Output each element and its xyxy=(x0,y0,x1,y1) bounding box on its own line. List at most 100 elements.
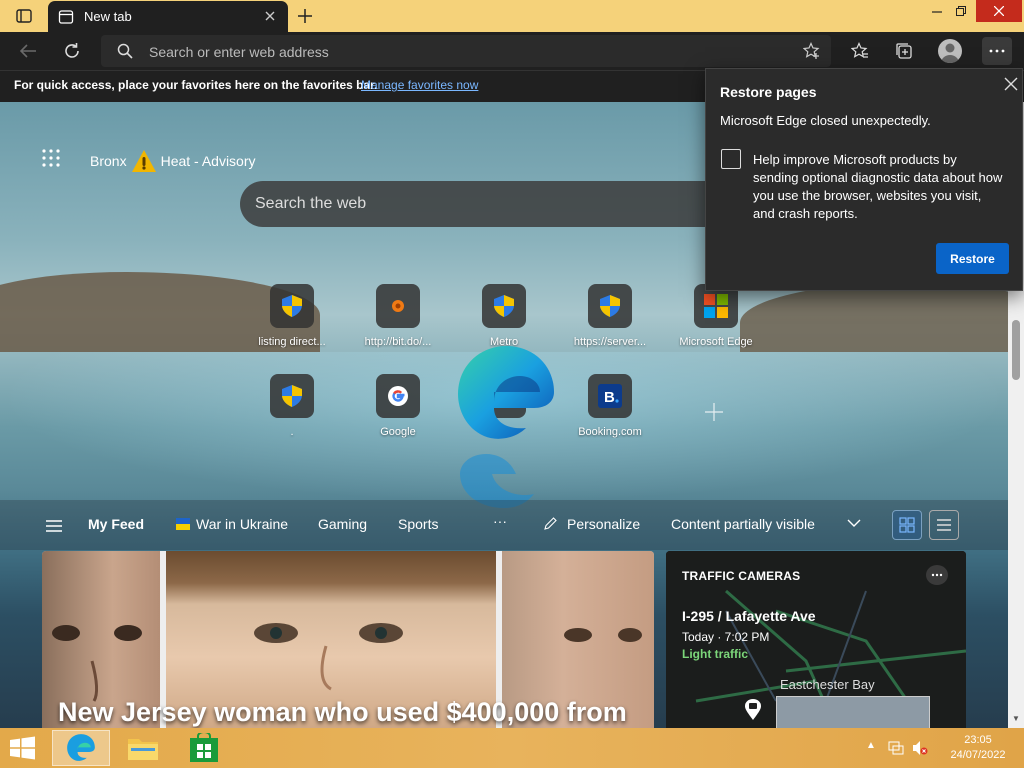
tab-actions-icon xyxy=(16,9,32,23)
quick-link[interactable]: . xyxy=(237,374,347,444)
quick-link[interactable]: Google xyxy=(343,374,453,444)
booking-icon: B xyxy=(588,374,632,418)
plus-icon xyxy=(298,9,312,23)
quick-link[interactable]: http://bit.do/... xyxy=(343,284,453,354)
close-icon xyxy=(994,6,1004,16)
content-visibility-dropdown[interactable]: Content partially visible xyxy=(671,516,861,532)
camera-pin-icon[interactable] xyxy=(744,699,762,721)
search-icon xyxy=(117,43,133,59)
traffic-location: I-295 / Lafayette Ave xyxy=(682,608,816,624)
dialog-message: Microsoft Edge closed unexpectedly. xyxy=(720,113,931,128)
edge-icon xyxy=(67,734,95,761)
favorites-button[interactable] xyxy=(845,37,875,65)
orange-dot-icon xyxy=(376,284,420,328)
quick-link-label: listing direct... xyxy=(258,336,326,348)
feed-tab-my-feed[interactable]: My Feed xyxy=(88,516,144,532)
restore-button[interactable]: Restore xyxy=(936,243,1009,274)
pencil-icon xyxy=(544,517,557,530)
close-icon[interactable] xyxy=(1002,75,1020,93)
web-search-box[interactable]: Search the web xyxy=(240,181,710,227)
windows-start-icon[interactable] xyxy=(8,736,38,760)
refresh-button[interactable] xyxy=(57,37,87,65)
traffic-card-more-button[interactable] xyxy=(926,565,948,585)
taskbar: ▲ 23:05 24/07/2022 xyxy=(0,728,1024,768)
quick-link-label: Google xyxy=(380,426,416,438)
show-hidden-icons[interactable]: ▲ xyxy=(866,740,882,756)
quick-link[interactable]: Microsoft Edge xyxy=(661,284,771,354)
list-view-icon xyxy=(937,519,951,531)
grid-view-button[interactable] xyxy=(892,510,922,540)
tab-actions-button[interactable] xyxy=(8,6,40,26)
profile-icon xyxy=(941,43,959,63)
feed-tab-war-in-ukraine[interactable]: War in Ukraine xyxy=(176,516,288,532)
refresh-icon xyxy=(65,43,79,58)
traffic-cameras-card[interactable]: TRAFFIC CAMERAS I-295 / Lafayette Ave To… xyxy=(666,551,966,728)
weather-alert: Heat - Advisory xyxy=(160,153,256,169)
system-clock[interactable]: 23:05 24/07/2022 xyxy=(940,733,1016,763)
add-favorite-icon[interactable] xyxy=(803,42,821,60)
diagnostic-data-checkbox[interactable] xyxy=(721,149,741,169)
address-bar[interactable]: Search or enter web address xyxy=(101,35,831,67)
scroll-down-icon[interactable]: ▼ xyxy=(1011,714,1021,724)
traffic-status: Light traffic xyxy=(682,647,748,661)
quick-link[interactable]: https://server... xyxy=(555,284,665,354)
close-window-button[interactable] xyxy=(976,0,1022,22)
news-card-main[interactable]: New Jersey woman who used $400,000 from xyxy=(42,551,654,728)
weather-widget[interactable]: Bronx Heat - Advisory xyxy=(90,149,256,173)
collections-icon xyxy=(896,43,912,59)
feed-more-button[interactable]: ··· xyxy=(493,513,507,529)
dialog-title: Restore pages xyxy=(720,84,817,100)
quick-link-label: http://bit.do/... xyxy=(364,336,432,348)
settings-and-more-button[interactable] xyxy=(982,37,1012,65)
scrollbar-thumb[interactable] xyxy=(1012,320,1020,380)
favorites-icon xyxy=(851,42,868,58)
manage-favorites-link[interactable]: Manage favorites now xyxy=(361,78,478,92)
back-button[interactable] xyxy=(13,37,43,65)
network-icon[interactable] xyxy=(888,740,904,756)
background-hill-right xyxy=(740,282,1008,352)
close-tab-icon[interactable] xyxy=(262,8,278,24)
title-bar: New tab xyxy=(0,0,1024,32)
shield-icon xyxy=(588,284,632,328)
collections-button[interactable] xyxy=(889,37,919,65)
grid-view-icon xyxy=(899,517,915,533)
feed-tab-gaming[interactable]: Gaming xyxy=(318,516,367,532)
ukraine-flag-icon xyxy=(176,518,190,530)
content-visibility-label: Content partially visible xyxy=(671,516,815,532)
quick-link[interactable]: B Booking.com xyxy=(555,374,665,444)
taskbar-file-explorer[interactable] xyxy=(114,730,172,766)
shield-icon xyxy=(270,284,314,328)
feed-tab-sports[interactable]: Sports xyxy=(398,516,438,532)
tab-title: New tab xyxy=(84,9,132,24)
shield-icon xyxy=(270,374,314,418)
personalize-button[interactable]: Personalize xyxy=(544,516,640,532)
favorites-bar-message: For quick access, place your favorites h… xyxy=(14,78,378,92)
quick-link-label: Microsoft Edge xyxy=(679,336,753,348)
taskbar-edge[interactable] xyxy=(52,730,110,766)
menu-icon[interactable] xyxy=(46,520,62,532)
folder-icon xyxy=(128,739,158,760)
tab-new-tab[interactable]: New tab xyxy=(48,1,288,32)
restore-window-button[interactable] xyxy=(946,0,976,22)
profile-avatar[interactable] xyxy=(938,39,962,63)
store-icon xyxy=(190,733,218,762)
add-quick-link-icon[interactable] xyxy=(703,401,725,423)
volume-muted-icon[interactable] xyxy=(912,740,928,756)
camera-thumbnail[interactable] xyxy=(776,696,930,728)
feed-navigation: My Feed War in Ukraine Gaming Sports ···… xyxy=(0,500,1008,550)
new-tab-button[interactable] xyxy=(292,4,318,28)
quick-link-label: . xyxy=(290,426,294,438)
back-arrow-icon xyxy=(19,44,36,58)
news-headline[interactable]: New Jersey woman who used $400,000 from xyxy=(58,697,627,728)
taskbar-store[interactable] xyxy=(175,730,233,766)
clock-date: 24/07/2022 xyxy=(950,749,1006,761)
new-tab-page-icon xyxy=(58,9,74,24)
app-launcher-icon[interactable] xyxy=(42,149,60,167)
map-place-label: Eastchester Bay xyxy=(780,677,875,692)
browser-toolbar: Search or enter web address xyxy=(0,32,1024,70)
quick-link[interactable]: listing direct... xyxy=(237,284,347,354)
minimize-icon xyxy=(932,11,942,13)
diagnostic-data-label: Help improve Microsoft products by sendi… xyxy=(753,152,1003,221)
svg-text:B: B xyxy=(604,389,615,406)
list-view-button[interactable] xyxy=(929,510,959,540)
